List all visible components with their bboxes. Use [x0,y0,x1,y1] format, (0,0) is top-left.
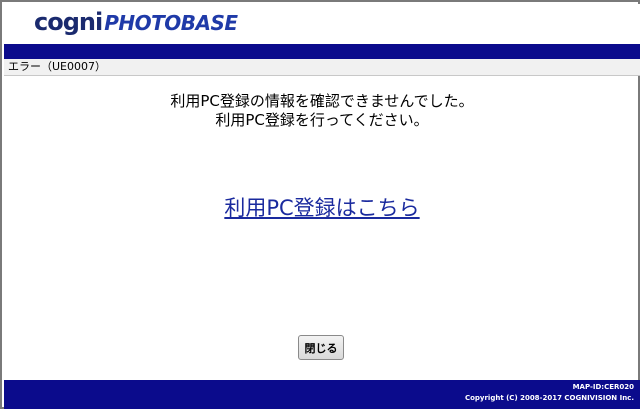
top-navy-bar [4,44,640,59]
cogni-photobase-logo: cogni PHOTOBASE [34,8,238,38]
error-title-bar: エラー（UE0007） [4,59,640,76]
register-pc-link[interactable]: 利用PC登録はこちら [224,196,419,220]
window-frame: cogni PHOTOBASE エラー（UE0007） 利用PC登録の情報を確認… [0,0,640,409]
footer-copyright: Copyright (C) 2008-2017 COGNIVISION Inc. [464,394,634,402]
error-title: エラー（UE0007） [8,60,106,73]
error-message-line-1: 利用PC登録の情報を確認できませんでした。 [170,92,474,110]
logo-cogni-text: cogni [34,8,103,36]
header: cogni PHOTOBASE [4,4,640,44]
close-button[interactable]: 閉じる [298,335,344,360]
error-message-line-2: 利用PC登録を行ってください。 [215,111,429,129]
footer-bar: MAP-ID:CER020 Copyright (C) 2008-2017 CO… [4,380,640,409]
footer-map-id: MAP-ID:CER020 [572,383,634,391]
error-message: 利用PC登録の情報を確認できませんでした。 利用PC登録を行ってください。 [4,92,640,130]
register-link-container: 利用PC登録はこちら [4,192,640,222]
logo-photobase-text: PHOTOBASE [104,11,238,35]
